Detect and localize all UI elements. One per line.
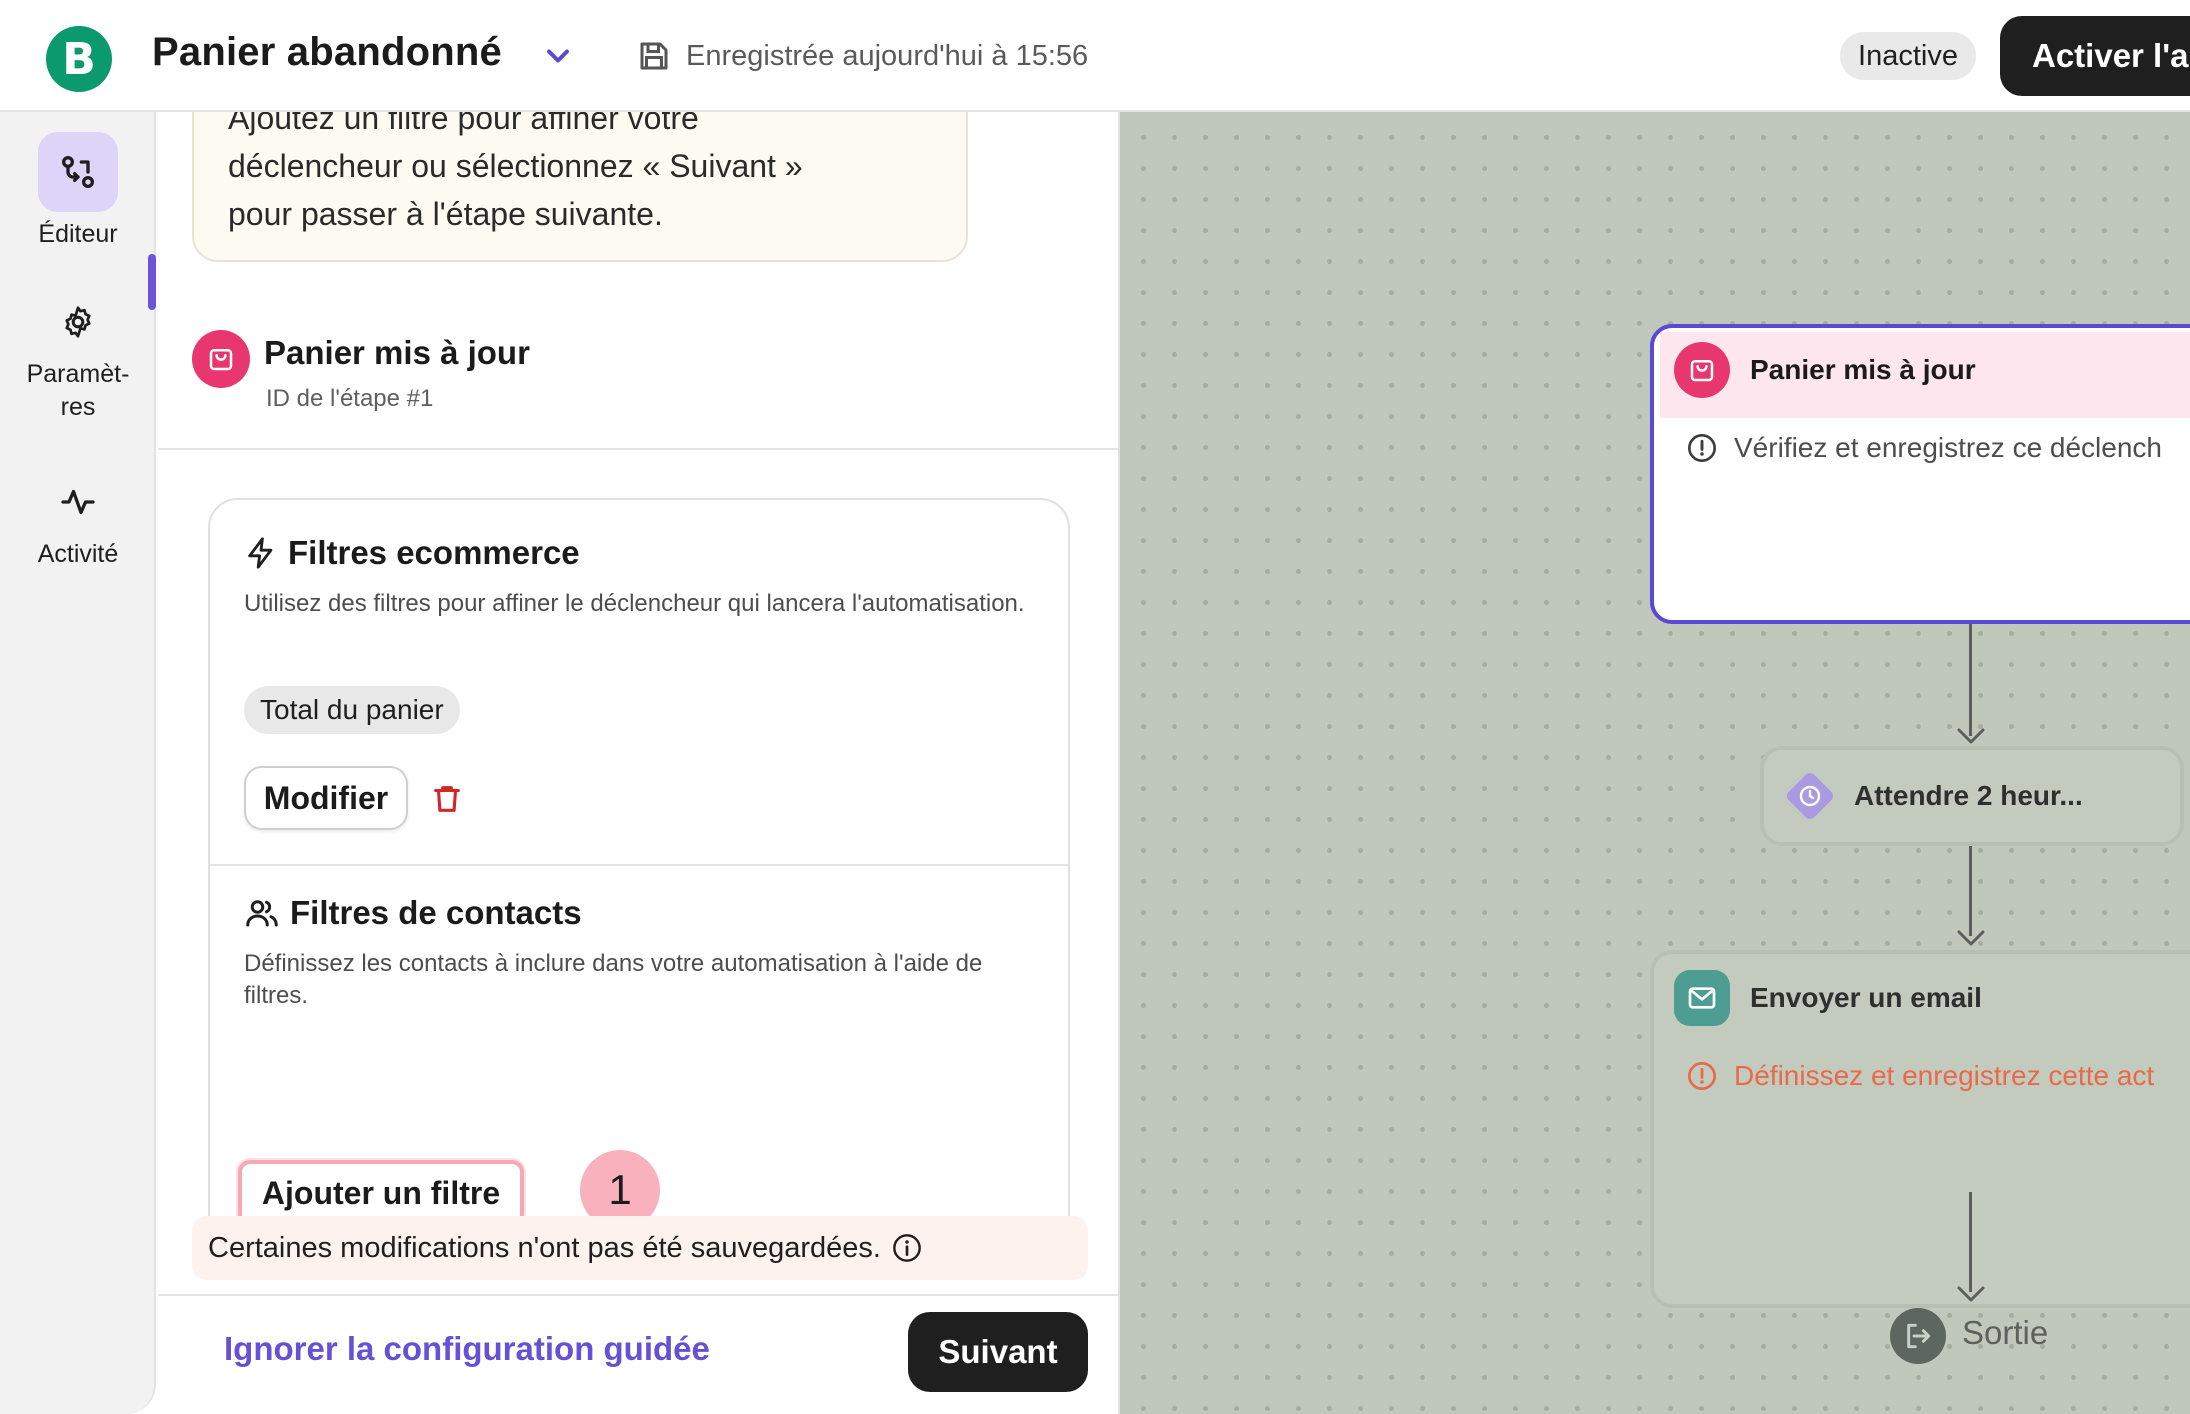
exit-icon	[1890, 1308, 1946, 1364]
brevo-logo[interactable]: B	[46, 26, 112, 92]
chevron-down-icon[interactable]	[540, 38, 576, 74]
trigger-node-note-text: Vérifiez et enregistrez ce déclench	[1734, 432, 2162, 463]
editor-icon-box	[38, 132, 118, 212]
exit-node-label: Sortie	[1962, 1314, 2049, 1351]
save-icon	[640, 42, 668, 70]
contact-filters-description: Définissez les contacts à inclure dans v…	[244, 950, 983, 1009]
rail-label-editor: Éditeur	[38, 220, 118, 248]
email-node[interactable]: Envoyer un email Définissez et enregistr…	[1650, 950, 2190, 1308]
hint-line: déclencheur ou sélectionnez « Suivant »	[228, 148, 803, 184]
email-node-title: Envoyer un email	[1750, 982, 1982, 1013]
hint-line: pour passer à l'étape suivante.	[228, 196, 663, 232]
automation-title: Panier abandonné	[152, 30, 502, 74]
ecommerce-filters-heading: Filtres ecommerce	[244, 534, 580, 572]
filter-chip[interactable]: Total du panier	[244, 686, 460, 734]
top-header: B Panier abandonné Enregistrée aujourd'h…	[0, 0, 2190, 112]
connector-line	[1969, 1192, 1972, 1292]
ecommerce-filters-description: Utilisez des filtres pour affiner le déc…	[244, 590, 1025, 617]
divider	[158, 448, 1118, 450]
connector-line	[1969, 846, 1972, 936]
activity-pulse-icon	[61, 489, 95, 515]
connector-line	[1969, 624, 1972, 736]
editor-flow-icon	[62, 156, 94, 188]
arrow-down-icon	[1957, 1286, 1985, 1302]
step-id: ID de l'étape #1	[266, 385, 434, 412]
filters-card: Filtres ecommerce Utilisez des filtres p…	[208, 498, 1070, 1256]
rail-label-settings: Paramèt- res	[26, 360, 130, 421]
left-navigation-rail: Éditeur Paramèt- res Activité	[0, 112, 156, 1414]
skip-guided-setup-link[interactable]: Ignorer la configuration guidée	[224, 1330, 710, 1368]
unsaved-changes-bar: Certaines modifications n'ont pas été sa…	[192, 1216, 1088, 1280]
lightning-icon	[248, 537, 273, 569]
contact-filters-title: Filtres de contacts	[290, 894, 582, 931]
trigger-config-panel: Ajoutez un filtre pour affiner votre déc…	[158, 112, 1120, 1414]
arrow-down-icon	[1957, 728, 1985, 744]
divider	[210, 864, 1068, 866]
ecommerce-filters-title: Filtres ecommerce	[288, 534, 580, 571]
email-node-note: Définissez et enregistrez cette act	[1686, 1060, 2154, 1092]
trigger-node[interactable]: Panier mis à jour Vérifiez et enregistre…	[1650, 324, 2190, 624]
shopping-bag-icon	[1674, 342, 1730, 398]
next-button[interactable]: Suivant	[908, 1312, 1088, 1392]
workflow-canvas[interactable]: Panier mis à jour Vérifiez et enregistre…	[1120, 112, 2190, 1414]
unsaved-message: Certaines modifications n'ont pas été sa…	[208, 1231, 881, 1264]
rail-item-activity[interactable]: Activité	[0, 472, 156, 571]
trigger-node-note: Vérifiez et enregistrez ce déclench	[1686, 432, 2162, 464]
trigger-title: Panier mis à jour	[264, 334, 530, 371]
logo-letter: B	[62, 33, 96, 85]
email-node-note-text: Définissez et enregistrez cette act	[1734, 1060, 2155, 1091]
settings-icon-box	[38, 292, 118, 352]
shopping-bag-icon	[192, 330, 250, 388]
hint-card: Ajoutez un filtre pour affiner votre déc…	[192, 112, 968, 262]
modify-button[interactable]: Modifier	[244, 766, 408, 830]
users-icon	[246, 900, 278, 927]
clock-diamond-icon	[1782, 768, 1838, 824]
status-badge: Inactive	[1840, 32, 1976, 80]
alert-circle-icon	[1688, 1062, 1716, 1090]
mail-icon	[1674, 970, 1730, 1026]
activity-icon-box	[38, 472, 118, 532]
rail-label-activity: Activité	[37, 540, 119, 568]
wait-node[interactable]: Attendre 2 heur...	[1760, 746, 2184, 846]
alert-circle-icon	[1688, 434, 1716, 462]
trigger-node-title: Panier mis à jour	[1750, 354, 1976, 385]
rail-item-settings[interactable]: Paramèt- res	[0, 292, 156, 424]
hint-line: Ajoutez un filtre pour affiner votre	[228, 112, 699, 136]
info-icon[interactable]	[891, 1232, 923, 1264]
divider	[158, 1294, 1118, 1296]
activate-button[interactable]: Activer l'au	[2000, 16, 2190, 96]
contact-filters-heading: Filtres de contacts	[244, 894, 582, 932]
arrow-down-icon	[1957, 930, 1985, 946]
wait-node-title: Attendre 2 heur...	[1854, 780, 2083, 811]
trash-icon[interactable]	[430, 782, 464, 816]
rail-item-editor[interactable]: Éditeur	[0, 132, 156, 251]
gear-icon	[65, 306, 91, 338]
save-status: Enregistrée aujourd'hui à 15:56	[686, 40, 1089, 72]
